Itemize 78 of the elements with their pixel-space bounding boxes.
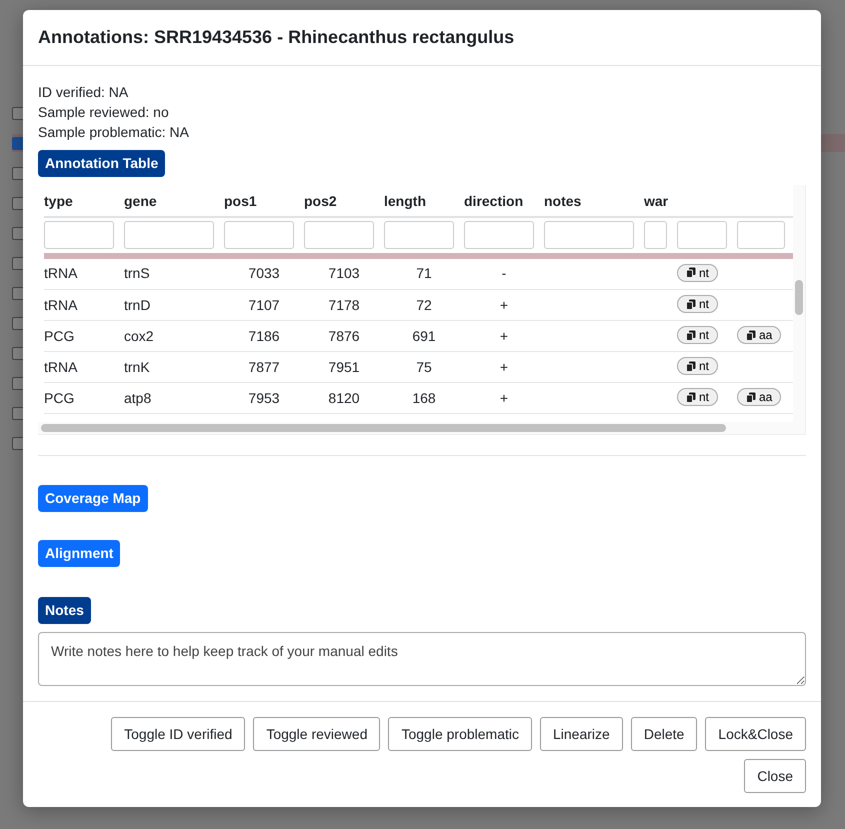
- table-cell: 168: [412, 390, 436, 406]
- table-cell: 7953: [248, 390, 280, 406]
- notes-field[interactable]: Write notes here to help keep track of your manual edits: [38, 632, 806, 686]
- table-cell: 8120: [328, 390, 360, 406]
- table-cell: PCG: [44, 390, 74, 406]
- column-header[interactable]: pos2: [304, 184, 384, 217]
- footer-button[interactable]: Lock&Close: [705, 716, 806, 751]
- table-cell: cox2: [124, 328, 154, 344]
- column-header[interactable]: type: [44, 184, 124, 217]
- dialog-title: Annotations: SRR19434536 - Rhinecanthus rectangulus: [38, 27, 516, 49]
- filter-field[interactable]: [737, 221, 785, 250]
- column-header[interactable]: direction: [464, 184, 544, 217]
- filter-field[interactable]: [44, 221, 114, 250]
- copy-button[interactable]: nt: [677, 326, 718, 344]
- table-cell: -: [502, 265, 506, 282]
- table-cell: PCG: [44, 328, 74, 344]
- footer-button[interactable]: Close: [744, 758, 806, 793]
- copy-button[interactable]: nt: [677, 264, 718, 282]
- table-cell: 75: [416, 358, 432, 375]
- copy-icon: [686, 392, 696, 403]
- table-cell: 7186: [248, 328, 280, 344]
- table-cell: 7033: [248, 265, 280, 282]
- table-cell: +: [500, 296, 508, 313]
- copy-button[interactable]: aa: [737, 388, 782, 406]
- table-cell: 7951: [328, 358, 360, 375]
- column-header[interactable]: war: [644, 184, 677, 217]
- info-text: Sample reviewed: no: [38, 102, 170, 122]
- footer-button[interactable]: Toggle reviewed: [253, 716, 380, 751]
- table-cell: +: [500, 328, 508, 344]
- table-cell: trnK: [124, 358, 150, 375]
- table-cell: 7877: [248, 358, 280, 375]
- section-toggle-button[interactable]: Alignment: [38, 540, 120, 567]
- table-cell: trnD: [124, 296, 150, 313]
- copy-icon: [746, 392, 756, 403]
- table-cell: 7178: [328, 296, 360, 313]
- footer-button[interactable]: Toggle problematic: [388, 716, 532, 751]
- filter-field[interactable]: [224, 221, 294, 250]
- copy-icon: [686, 298, 696, 310]
- table-cell: trnS: [124, 265, 150, 282]
- copy-icon: [686, 267, 696, 278]
- column-header[interactable]: gene: [124, 184, 224, 217]
- section-toggle-button[interactable]: Annotation Table: [38, 150, 166, 177]
- table-cell: 691: [412, 328, 436, 344]
- column-header[interactable]: length: [384, 184, 464, 217]
- table-cell: +: [500, 390, 508, 406]
- filter-field[interactable]: [384, 221, 454, 250]
- filter-field[interactable]: [677, 221, 727, 250]
- table-cell: tRNA: [44, 296, 78, 313]
- footer-button[interactable]: Linearize: [540, 716, 623, 751]
- table-cell: 7103: [328, 265, 360, 282]
- column-header[interactable]: pos1: [224, 184, 304, 217]
- filter-field[interactable]: [644, 221, 667, 250]
- copy-button[interactable]: nt: [677, 295, 718, 314]
- table-cell: 72: [416, 296, 432, 313]
- table-cell: tRNA: [44, 265, 78, 282]
- filter-field[interactable]: [304, 221, 374, 250]
- filter-field[interactable]: [544, 221, 634, 250]
- copy-button[interactable]: aa: [737, 326, 782, 344]
- copy-icon: [686, 360, 696, 372]
- section-toggle-button[interactable]: Coverage Map: [38, 484, 148, 512]
- filter-field[interactable]: [124, 221, 214, 250]
- table-cell: 71: [416, 265, 432, 282]
- filter-field[interactable]: [464, 221, 534, 250]
- table-cell: +: [500, 358, 508, 375]
- info-text: ID verified: NA: [38, 82, 130, 102]
- table-cell: tRNA: [44, 358, 78, 375]
- copy-button[interactable]: nt: [677, 357, 718, 376]
- footer-button[interactable]: Toggle ID verified: [111, 716, 246, 751]
- copy-icon: [686, 330, 696, 341]
- table-cell: atp8: [124, 390, 152, 406]
- copy-button[interactable]: nt: [677, 388, 718, 406]
- column-header[interactable]: notes: [544, 184, 644, 217]
- table-cell: 7876: [328, 328, 360, 344]
- copy-icon: [746, 330, 756, 341]
- section-toggle-button[interactable]: Notes: [38, 596, 91, 624]
- info-text: Sample problematic: NA: [38, 122, 190, 142]
- footer-button[interactable]: Delete: [630, 716, 698, 751]
- table-cell: 7107: [248, 296, 280, 313]
